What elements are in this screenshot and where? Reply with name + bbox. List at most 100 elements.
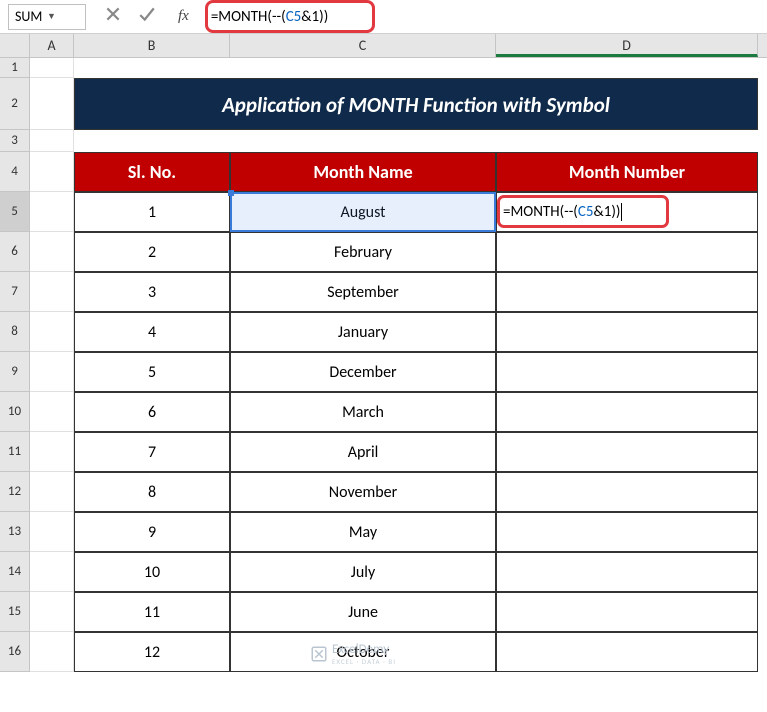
cell-A16[interactable] xyxy=(30,632,74,672)
cell-month-num[interactable] xyxy=(496,512,758,552)
formula-text: =MONTH(--( xyxy=(211,8,286,26)
cell-A13[interactable] xyxy=(30,512,74,552)
cell-sl[interactable]: 9 xyxy=(74,512,230,552)
cell-C3[interactable] xyxy=(230,130,496,152)
cell-A5[interactable] xyxy=(30,192,74,232)
formula-input[interactable]: =MONTH(--(C5&1)) xyxy=(205,2,767,32)
formula-ref: C5 xyxy=(286,8,302,26)
select-all-corner[interactable] xyxy=(0,34,30,57)
col-header-B[interactable]: B xyxy=(74,34,230,57)
cell-sl[interactable]: 2 xyxy=(74,232,230,272)
chevron-down-icon[interactable]: ▼ xyxy=(47,11,79,22)
cell-A2[interactable] xyxy=(30,78,74,130)
cell-sl[interactable]: 7 xyxy=(74,432,230,472)
cell-month-num[interactable] xyxy=(496,432,758,472)
formula-suffix: )) xyxy=(611,203,620,221)
col-header-A[interactable]: A xyxy=(30,34,74,57)
cell-editing[interactable]: =MONTH(--(C5&1)) xyxy=(496,192,758,232)
cell-B1[interactable] xyxy=(74,58,230,78)
cell-A12[interactable] xyxy=(30,472,74,512)
cell-month-num[interactable] xyxy=(496,592,758,632)
cell-sl[interactable]: 6 xyxy=(74,392,230,432)
cell-month-name[interactable]: April xyxy=(230,432,496,472)
formula-bar-buttons: fx xyxy=(94,5,205,28)
row-header-4[interactable]: 4 xyxy=(0,152,30,192)
row-8: 8 4 January xyxy=(0,312,767,352)
cell-sl[interactable]: 3 xyxy=(74,272,230,312)
cell-month-num[interactable] xyxy=(496,392,758,432)
cell-D1[interactable] xyxy=(496,58,758,78)
cell-month-name[interactable]: May xyxy=(230,512,496,552)
col-header-C[interactable]: C xyxy=(230,34,496,57)
cell-sl[interactable]: 4 xyxy=(74,312,230,352)
cell-sl[interactable]: 5 xyxy=(74,352,230,392)
watermark-brand: ExcelDemy xyxy=(332,642,389,657)
cell-month-name[interactable]: January xyxy=(230,312,496,352)
row-header-15[interactable]: 15 xyxy=(0,592,30,632)
title-banner: Application of MONTH Function with Symbo… xyxy=(74,78,758,130)
cell-month-num[interactable] xyxy=(496,472,758,512)
cell-month-num[interactable] xyxy=(496,272,758,312)
cell-sl[interactable]: 12 xyxy=(74,632,230,672)
row-header-1[interactable]: 1 xyxy=(0,58,30,78)
cell-A8[interactable] xyxy=(30,312,74,352)
row-header-13[interactable]: 13 xyxy=(0,512,30,552)
cell-month-name[interactable]: September xyxy=(230,272,496,312)
cell-A9[interactable] xyxy=(30,352,74,392)
row-header-12[interactable]: 12 xyxy=(0,472,30,512)
cell-A11[interactable] xyxy=(30,432,74,472)
row-header-7[interactable]: 7 xyxy=(0,272,30,312)
row-header-16[interactable]: 16 xyxy=(0,632,30,672)
row-11: 11 7 April xyxy=(0,432,767,472)
row-header-2[interactable]: 2 xyxy=(0,78,30,130)
cell-month-num[interactable] xyxy=(496,552,758,592)
row-14: 14 10 July xyxy=(0,552,767,592)
row-1: 1 xyxy=(0,58,767,78)
cell-sl[interactable]: 11 xyxy=(74,592,230,632)
cancel-icon[interactable] xyxy=(104,5,122,28)
cell-month-name[interactable]: December xyxy=(230,352,496,392)
row-header-5[interactable]: 5 xyxy=(0,192,30,232)
row-header-11[interactable]: 11 xyxy=(0,432,30,472)
row-header-8[interactable]: 8 xyxy=(0,312,30,352)
enter-icon[interactable] xyxy=(138,5,156,28)
cell-A14[interactable] xyxy=(30,552,74,592)
cell-month-num[interactable] xyxy=(496,312,758,352)
cell-D3[interactable] xyxy=(496,130,758,152)
row-header-6[interactable]: 6 xyxy=(0,232,30,272)
cell-month-num[interactable] xyxy=(496,352,758,392)
cell-sl[interactable]: 10 xyxy=(74,552,230,592)
cell-month-name[interactable]: November xyxy=(230,472,496,512)
header-name: Month Name xyxy=(230,152,496,192)
col-header-D[interactable]: D xyxy=(496,34,758,57)
cell-A6[interactable] xyxy=(30,232,74,272)
row-header-14[interactable]: 14 xyxy=(0,552,30,592)
row-header-10[interactable]: 10 xyxy=(0,392,30,432)
formula-one: 1 xyxy=(312,8,320,26)
row-6: 6 2 February xyxy=(0,232,767,272)
formula-amp: & xyxy=(301,8,311,26)
name-box[interactable]: SUM ▼ xyxy=(8,4,86,30)
cell-month-name[interactable]: February xyxy=(230,232,496,272)
cell-month-name[interactable]: July xyxy=(230,552,496,592)
cell-sl[interactable]: 8 xyxy=(74,472,230,512)
formula-amp: & xyxy=(593,203,603,221)
cell-A7[interactable] xyxy=(30,272,74,312)
cell-month-name[interactable]: August xyxy=(230,192,496,232)
cell-month-num[interactable] xyxy=(496,632,758,672)
row-header-9[interactable]: 9 xyxy=(0,352,30,392)
cell-A3[interactable] xyxy=(30,130,74,152)
fx-icon[interactable]: fx xyxy=(172,8,195,25)
cell-month-name[interactable]: March xyxy=(230,392,496,432)
watermark-tag: EXCEL · DATA · BI xyxy=(332,657,396,666)
cell-B3[interactable] xyxy=(74,130,230,152)
cell-sl[interactable]: 1 xyxy=(74,192,230,232)
row-header-3[interactable]: 3 xyxy=(0,130,30,152)
cell-A1[interactable] xyxy=(30,58,74,78)
cell-A15[interactable] xyxy=(30,592,74,632)
cell-month-num[interactable] xyxy=(496,232,758,272)
cell-C1[interactable] xyxy=(230,58,496,78)
cell-month-name[interactable]: June xyxy=(230,592,496,632)
cell-A10[interactable] xyxy=(30,392,74,432)
cell-A4[interactable] xyxy=(30,152,74,192)
